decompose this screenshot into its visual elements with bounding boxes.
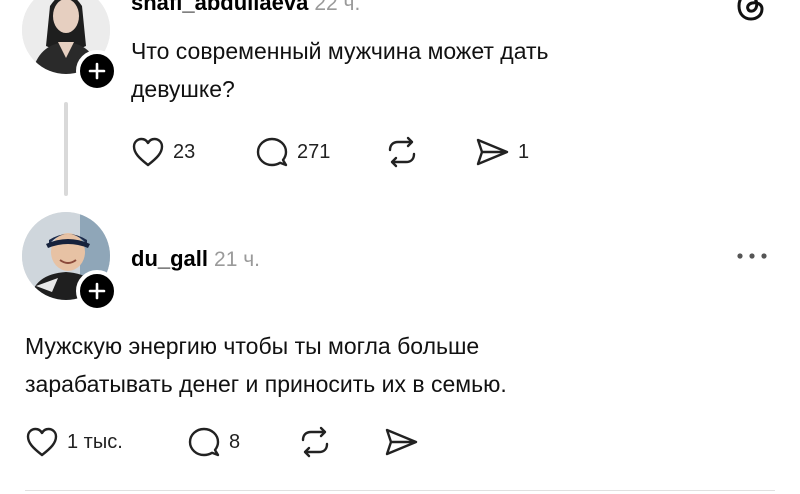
follow-button[interactable] (76, 270, 118, 312)
repost-button[interactable] (297, 426, 333, 458)
threads-logo-icon[interactable] (735, 0, 767, 22)
more-options-button[interactable] (734, 248, 770, 264)
repost-icon (388, 136, 416, 168)
heart-icon (26, 427, 58, 457)
follow-button[interactable] (76, 50, 118, 92)
post-header: shafi_abdullaeva 22 ч. (131, 0, 360, 16)
comment-button[interactable]: 271 (255, 136, 330, 168)
username[interactable]: shafi_abdullaeva (131, 0, 308, 16)
more-options-icon (737, 253, 767, 259)
plus-icon (88, 282, 106, 300)
share-button[interactable]: 1 (474, 136, 529, 168)
timestamp: 22 ч. (314, 0, 361, 15)
like-button[interactable]: 1 тыс. (25, 426, 123, 458)
comment-icon (256, 137, 288, 167)
username[interactable]: du_gall (131, 246, 208, 272)
thread-connector-line (64, 102, 68, 196)
share-count: 1 (518, 140, 530, 163)
timestamp: 21 ч. (214, 248, 260, 271)
plus-icon (88, 62, 106, 80)
send-icon (385, 428, 418, 456)
comment-button[interactable]: 8 (187, 426, 240, 458)
like-button[interactable]: 23 (131, 136, 195, 168)
repost-button[interactable] (384, 136, 420, 168)
send-icon (476, 138, 509, 166)
comment-icon (188, 427, 220, 457)
like-count: 1 тыс. (67, 430, 123, 453)
post-text-line: Что современный мужчина может дать (131, 38, 549, 64)
post-header: du_gall 21 ч. (131, 246, 260, 272)
comment-count: 8 (229, 430, 241, 453)
post-text-line: девушке? (131, 76, 235, 102)
post-text-line: Мужскую энергию чтобы ты могла больше (25, 333, 480, 359)
divider (25, 490, 775, 491)
post-body: Что современный мужчина может дать девуш… (131, 32, 751, 108)
post-text-line: зарабатывать денег и приносить их в семь… (25, 371, 507, 397)
heart-icon (132, 137, 164, 167)
comment-count: 271 (297, 140, 331, 163)
share-button[interactable] (383, 426, 419, 458)
repost-icon (301, 426, 329, 458)
like-count: 23 (173, 140, 196, 163)
post-body: Мужскую энергию чтобы ты могла больше за… (25, 327, 765, 403)
